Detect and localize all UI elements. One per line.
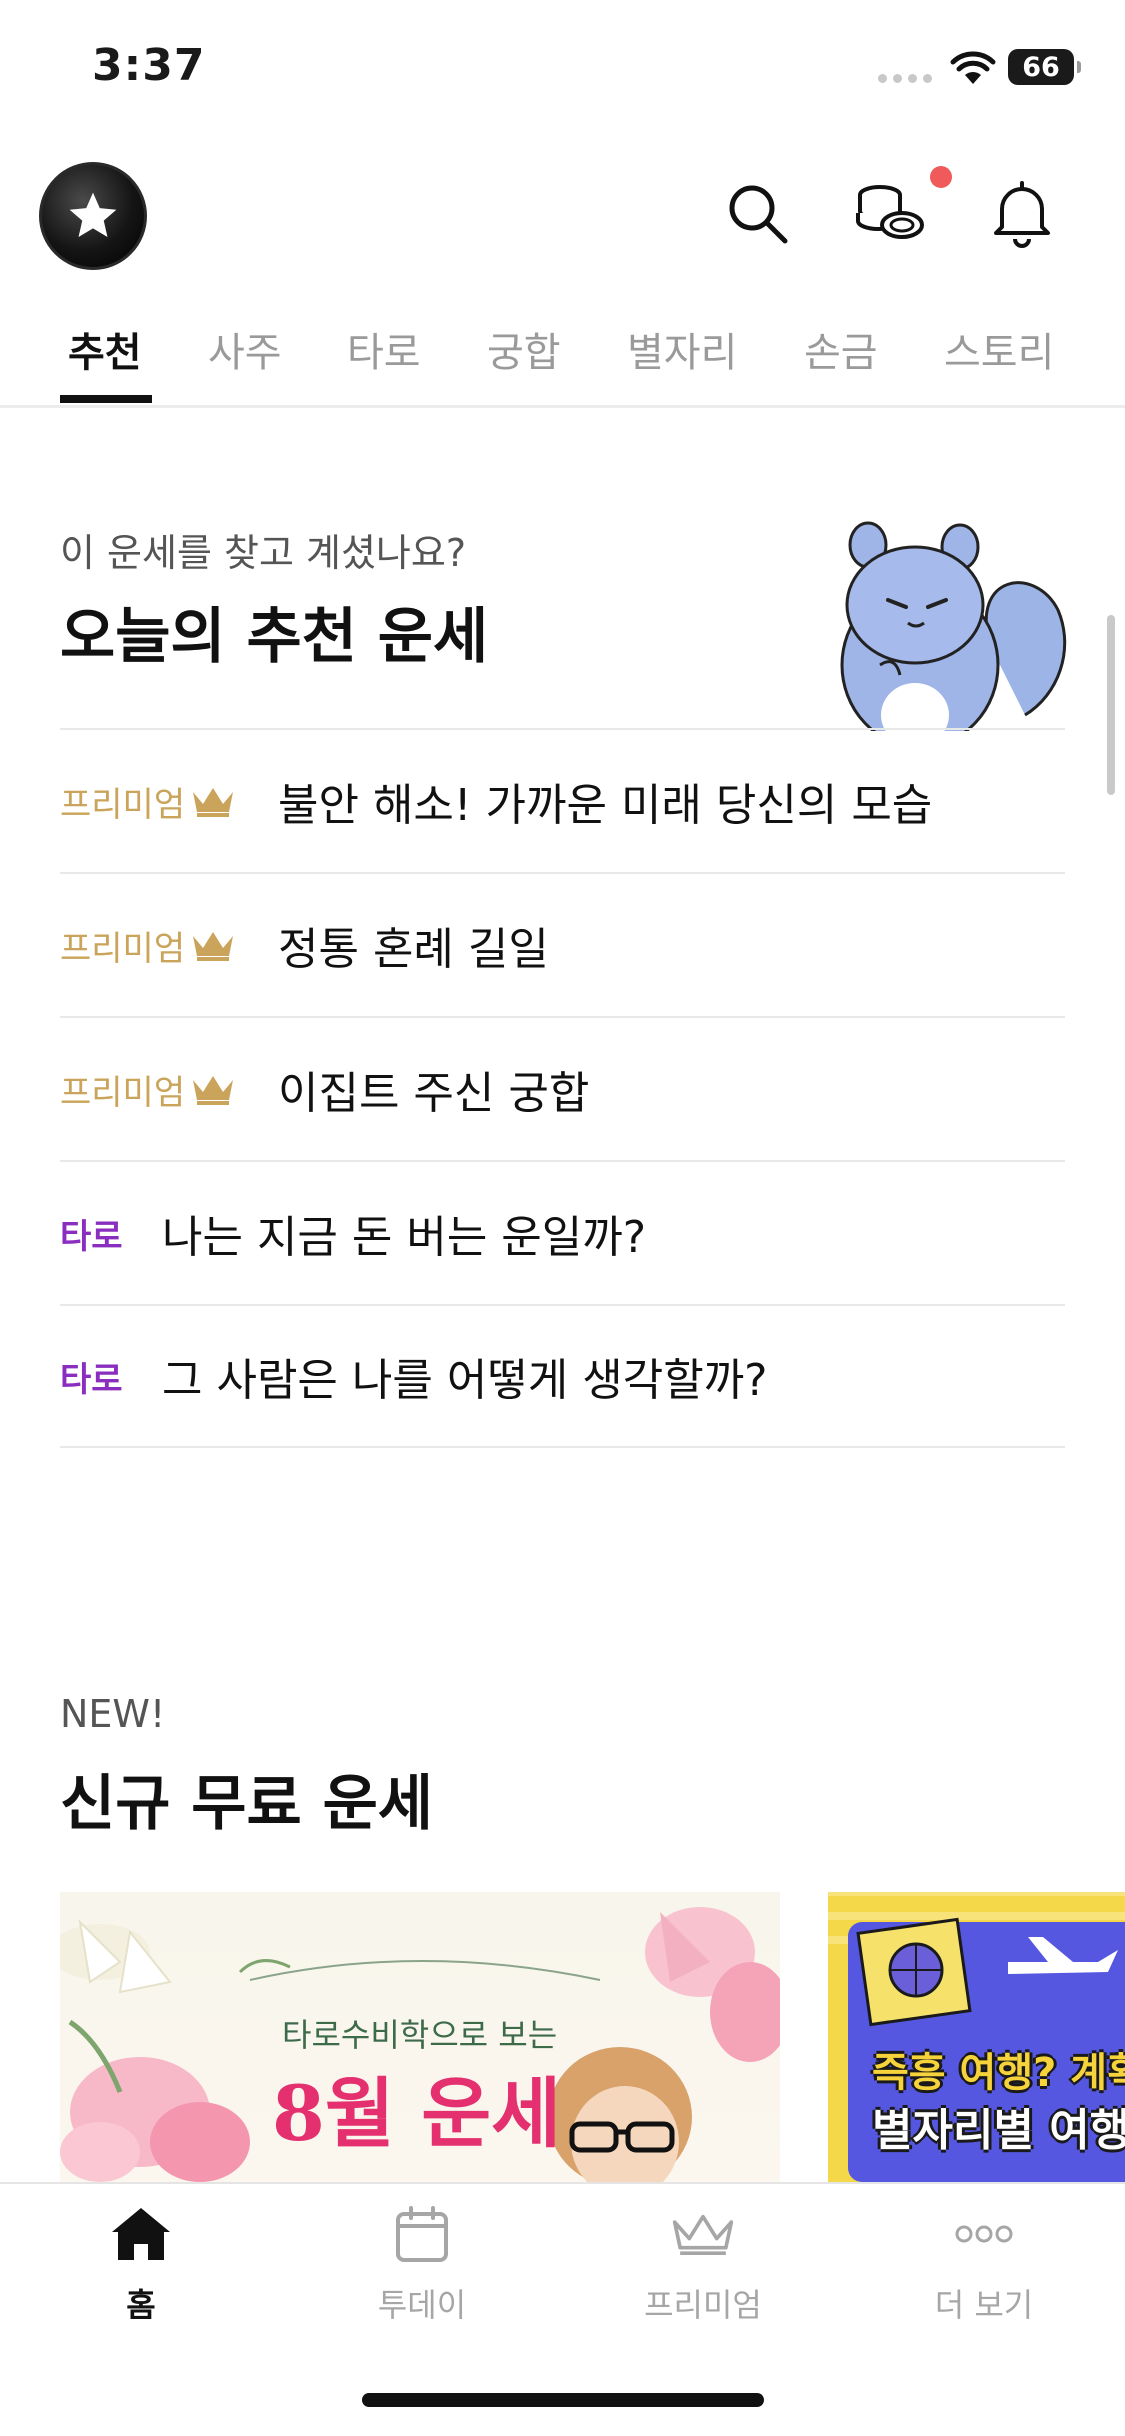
- app-logo[interactable]: [39, 162, 147, 270]
- tab-story[interactable]: 스토리: [944, 320, 1054, 378]
- bottom-tab-more[interactable]: 더 보기: [884, 2202, 1084, 2326]
- bottom-tab-today[interactable]: 투데이: [322, 2202, 522, 2326]
- list-item[interactable]: 프리미엄 불안 해소! 가까운 미래 당신의 모습: [60, 728, 1065, 872]
- category-tabs: 추천 사주 타로 궁합 별자리 손금 스토리: [0, 300, 1125, 408]
- bottom-tab-today-label: 투데이: [377, 2286, 467, 2324]
- new-label: NEW!: [60, 1692, 166, 1736]
- more-icon: [955, 2225, 1013, 2243]
- tab-constellation[interactable]: 별자리: [627, 320, 737, 378]
- crown-icon: [193, 1076, 234, 1105]
- star-icon: [69, 192, 117, 237]
- recommend-item-title: 이집트 주신 궁합: [278, 1068, 590, 1119]
- scrollbar[interactable]: [1107, 615, 1115, 795]
- premium-badge-label: 프리미엄: [60, 928, 186, 969]
- premium-badge-label: 프리미엄: [60, 1072, 186, 1113]
- tab-palmistry[interactable]: 손금: [804, 320, 878, 378]
- premium-badge-label: 프리미엄: [60, 784, 186, 825]
- recommend-item-title: 정통 혼례 길일: [278, 924, 549, 975]
- tab-recommend[interactable]: 추천: [68, 320, 142, 378]
- tab-saju[interactable]: 사주: [208, 320, 282, 378]
- active-tab-indicator: [60, 395, 152, 403]
- recommend-item-title: 그 사람은 나를 어떻게 생각할까?: [162, 1355, 768, 1406]
- search-icon: [729, 185, 788, 244]
- bottom-tab-home-label: 홈: [126, 2286, 156, 2324]
- banner-title: 8월 운세: [272, 2069, 562, 2158]
- calendar-icon: [396, 2206, 448, 2262]
- top-nav: [0, 140, 1125, 290]
- wifi-icon: [950, 51, 996, 84]
- premium-badge: 프리미엄: [60, 777, 278, 826]
- recommend-item-title: 나는 지금 돈 버는 운일까?: [162, 1212, 647, 1263]
- list-item[interactable]: 타로 그 사람은 나를 어떻게 생각할까?: [60, 1304, 1065, 1448]
- battery-indicator: 66: [1008, 49, 1081, 85]
- recommend-list: 프리미엄 불안 해소! 가까운 미래 당신의 모습 프리미엄 정통 혼례 길일 …: [60, 728, 1065, 1448]
- new-free-title: 신규 무료 운세: [60, 1769, 433, 1839]
- banner-line-2: 별자리별 여행: [872, 2105, 1125, 2156]
- search-button[interactable]: [720, 176, 796, 252]
- bell-icon: [994, 181, 1050, 248]
- recommend-item-title: 불안 해소! 가까운 미래 당신의 모습: [278, 780, 933, 831]
- home-icon: [112, 2208, 170, 2260]
- banner-travel-horoscope[interactable]: 즉흥 여행? 계획 별자리별 여행: [828, 1892, 1125, 2182]
- battery-level: 66: [1022, 51, 1060, 83]
- bottom-tab-more-label: 더 보기: [934, 2286, 1034, 2324]
- coins-icon: [856, 185, 924, 239]
- bottom-tab-home[interactable]: 홈: [41, 2202, 241, 2326]
- coin-button[interactable]: [852, 176, 928, 252]
- tarot-badge: 타로: [60, 1216, 123, 1257]
- list-item[interactable]: 프리미엄 이집트 주신 궁합: [60, 1016, 1065, 1160]
- tab-tarot[interactable]: 타로: [347, 320, 421, 378]
- list-item[interactable]: 타로 나는 지금 돈 버는 운일까?: [60, 1160, 1065, 1304]
- banner-august-fortune[interactable]: 타로수비학으로 보는 8월 운세: [60, 1892, 780, 2182]
- tarot-badge: 타로: [60, 1359, 123, 1400]
- bottom-tab-premium-label: 프리미엄: [644, 2286, 762, 2324]
- bottom-tab-premium[interactable]: 프리미엄: [603, 2202, 803, 2326]
- status-bar: 3:37 66: [0, 0, 1125, 140]
- status-time: 3:37: [92, 40, 206, 91]
- notification-button[interactable]: [984, 176, 1060, 252]
- banner-line-1: 즉흥 여행? 계획: [872, 2050, 1125, 2096]
- premium-badge: 프리미엄: [60, 1065, 278, 1114]
- notification-dot: [930, 166, 952, 188]
- premium-badge: 프리미엄: [60, 921, 278, 970]
- cellular-signal-icon: [878, 74, 932, 83]
- recommend-subtitle: 이 운세를 찾고 계셨나요?: [60, 531, 467, 575]
- crown-icon: [193, 788, 234, 817]
- crown-icon: [193, 932, 234, 961]
- banner-subtitle: 타로수비학으로 보는: [282, 2016, 558, 2054]
- recommend-title: 오늘의 추천 운세: [60, 602, 489, 672]
- tab-compatibility[interactable]: 궁합: [487, 320, 561, 378]
- crown-icon: [672, 2214, 734, 2256]
- squirrel-mascot-illustration: [820, 515, 1070, 731]
- list-item[interactable]: 프리미엄 정통 혼례 길일: [60, 872, 1065, 1016]
- home-indicator[interactable]: [362, 2393, 764, 2407]
